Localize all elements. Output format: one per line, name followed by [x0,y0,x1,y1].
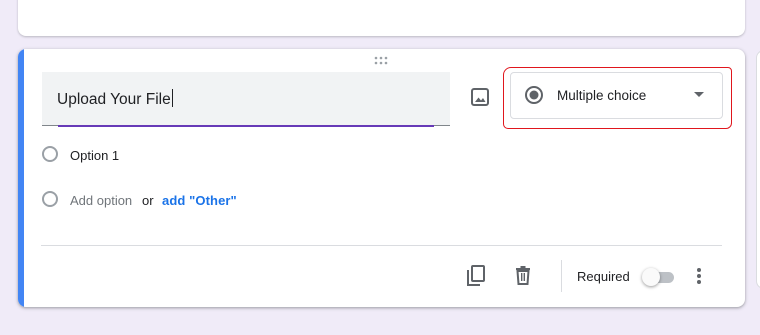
question-title-input[interactable]: Upload Your File [57,89,173,109]
more-options-button[interactable] [687,262,711,290]
previous-question-card [18,0,745,36]
option-radio [42,146,58,162]
toggle-knob [642,268,660,286]
question-type-label: Multiple choice [557,88,647,103]
delete-icon [516,266,530,285]
text-caret [171,89,173,107]
add-option-row: Add option or add "Other" [42,189,302,213]
add-option-input[interactable]: Add option [70,193,132,208]
question-title-field[interactable]: Upload Your File [42,72,450,127]
footer-separator [561,260,562,292]
dropdown-arrow-icon [694,92,704,97]
drag-handle-icon[interactable] [374,56,390,66]
side-toolbar-edge [756,50,760,289]
radio-button-icon [525,86,543,104]
question-card[interactable]: Upload Your File Multiple choice Option … [18,49,745,307]
focus-underline [58,125,434,127]
required-label: Required [577,269,630,284]
add-image-button[interactable] [466,83,494,111]
active-card-indicator [18,49,24,307]
option-radio [42,191,58,207]
question-type-dropdown[interactable]: Multiple choice [510,72,723,119]
image-icon [471,88,489,106]
more-vert-icon [697,268,701,284]
add-other-link[interactable]: add "Other" [162,193,237,208]
copy-icon [467,265,485,286]
footer-divider [41,245,722,246]
option-row: Option 1 [42,144,242,168]
option-label-input[interactable]: Option 1 [70,148,119,163]
duplicate-button[interactable] [462,261,490,289]
or-text: or [142,193,154,208]
delete-button[interactable] [509,261,537,289]
question-title-text: Upload Your File [57,91,171,108]
required-toggle[interactable] [642,267,678,287]
